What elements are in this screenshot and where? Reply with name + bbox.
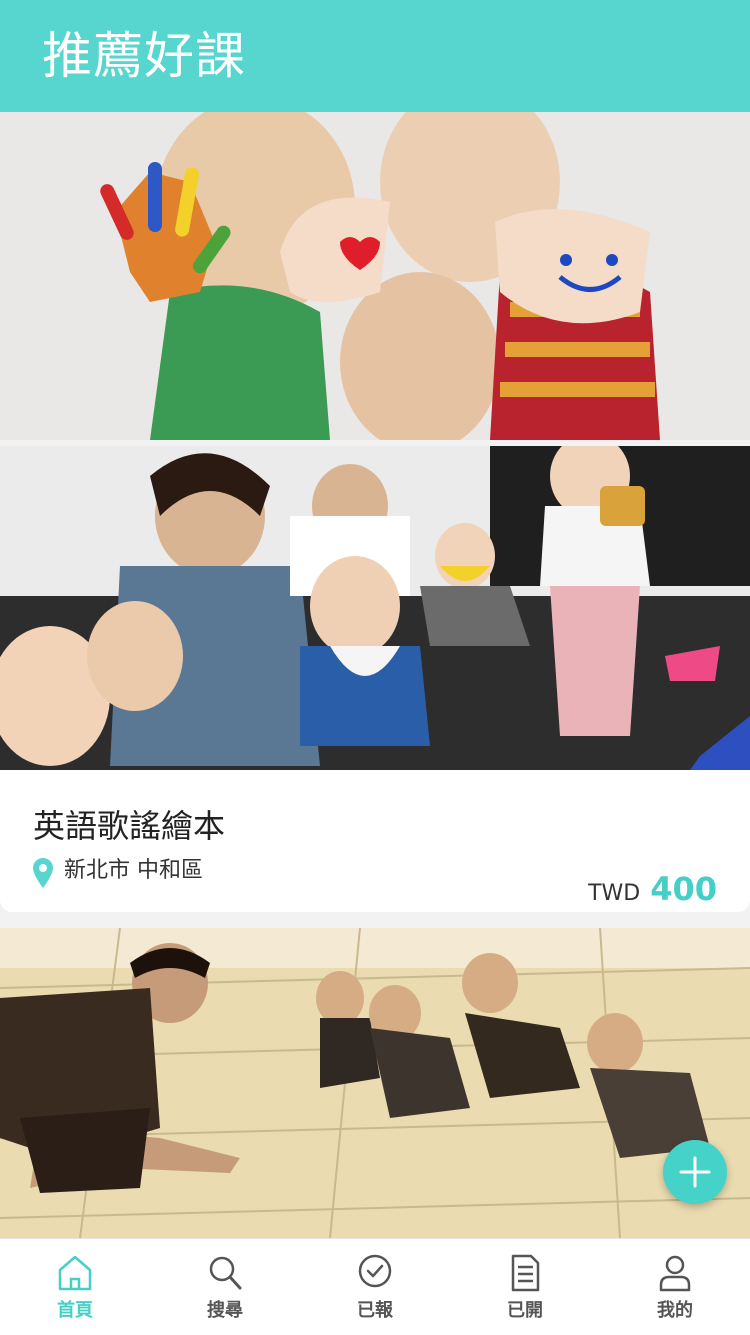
app-header: 推薦好課: [0, 0, 750, 112]
course-title: 英語歌謠繪本: [33, 807, 226, 845]
tab-opened[interactable]: 已開: [450, 1239, 600, 1335]
course-location: 新北市 中和區: [64, 858, 203, 883]
course-image-painted-hands[interactable]: [0, 112, 750, 440]
search-icon: [209, 1256, 242, 1290]
tab-label: 首頁: [57, 1300, 93, 1321]
user-icon: [659, 1255, 691, 1292]
course-card[interactable]: 英語歌謠繪本 新北市 中和區 TWD 400: [0, 770, 750, 912]
location-pin-icon: [33, 858, 53, 888]
check-circle-icon: [358, 1254, 392, 1288]
home-icon: [58, 1255, 92, 1291]
course-image-movement-class[interactable]: [0, 928, 750, 1238]
tab-home[interactable]: 首頁: [0, 1239, 150, 1335]
course-image-toddler-music[interactable]: [0, 446, 750, 770]
price-currency: TWD: [588, 881, 641, 906]
tab-registered[interactable]: 已報: [300, 1239, 450, 1335]
tab-label: 我的: [657, 1300, 693, 1321]
price-amount: 400: [650, 870, 717, 908]
document-icon: [511, 1254, 540, 1292]
add-button[interactable]: [663, 1140, 727, 1204]
tab-label: 已報: [357, 1300, 393, 1321]
page-title: 推薦好課: [42, 27, 246, 85]
course-price: TWD 400: [588, 870, 717, 908]
plus-icon: [679, 1156, 711, 1188]
tab-profile[interactable]: 我的: [600, 1239, 750, 1335]
tab-search[interactable]: 搜尋: [150, 1239, 300, 1335]
tab-label: 搜尋: [207, 1300, 243, 1321]
tab-label: 已開: [507, 1300, 543, 1321]
bottom-tab-bar: 首頁 搜尋 已報 已開 我的: [0, 1238, 750, 1335]
